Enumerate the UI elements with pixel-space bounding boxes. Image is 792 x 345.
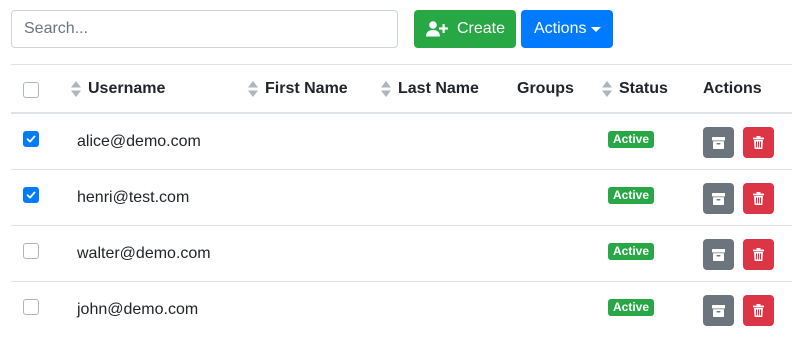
username-cell: walter@demo.com	[77, 226, 211, 281]
archive-button[interactable]	[703, 183, 734, 214]
column-label: Last Name	[398, 80, 479, 97]
delete-button[interactable]	[743, 127, 774, 158]
status-badge: Active	[608, 187, 655, 204]
archive-icon	[712, 248, 725, 261]
username-text: john@demo.com	[77, 300, 199, 318]
status-badge: Active	[608, 131, 655, 148]
trash-icon	[753, 304, 764, 317]
sort-icon	[248, 81, 258, 97]
table-row: henri@test.com Active	[11, 170, 792, 226]
trash-icon	[753, 192, 764, 205]
username-cell: john@demo.com	[77, 282, 198, 337]
table-header: Username First Name Last Name Groups Sta…	[11, 64, 792, 114]
column-header-last-name[interactable]: Last Name	[381, 65, 479, 113]
column-header-status[interactable]: Status	[602, 65, 668, 113]
archive-icon	[712, 136, 725, 149]
actions-button-label: Actions	[534, 20, 587, 37]
archive-button[interactable]	[703, 239, 734, 270]
actions-dropdown-button[interactable]: Actions	[521, 10, 613, 48]
column-label: Groups	[517, 80, 574, 97]
sort-icon	[381, 81, 391, 97]
trash-icon	[753, 248, 764, 261]
user-plus-icon	[426, 21, 448, 37]
toolbar: Create Actions	[0, 0, 792, 60]
caret-down-icon	[591, 27, 602, 32]
delete-button[interactable]	[743, 295, 774, 326]
select-all-checkbox[interactable]	[23, 82, 39, 98]
sort-icon	[71, 81, 81, 97]
archive-button[interactable]	[703, 295, 734, 326]
status-badge: Active	[608, 243, 655, 260]
column-header-first-name[interactable]: First Name	[248, 65, 348, 113]
username-cell: henri@test.com	[77, 170, 189, 225]
column-label: Status	[619, 80, 668, 97]
archive-icon	[712, 304, 725, 317]
username-text: henri@test.com	[77, 188, 190, 206]
table-row: john@demo.com Active	[11, 282, 792, 338]
column-label: Username	[88, 80, 166, 97]
trash-icon	[753, 136, 764, 149]
column-label: Actions	[703, 80, 762, 97]
sort-icon	[602, 81, 612, 97]
username-cell: alice@demo.com	[77, 114, 201, 169]
row-select-checkbox[interactable]	[23, 299, 39, 315]
create-button-label: Create	[457, 20, 506, 37]
row-select-checkbox[interactable]	[23, 243, 39, 259]
users-table: Username First Name Last Name Groups Sta…	[11, 64, 792, 338]
table-row: alice@demo.com Active	[11, 114, 792, 170]
delete-button[interactable]	[743, 183, 774, 214]
row-select-checkbox[interactable]	[23, 187, 39, 203]
column-header-groups: Groups	[517, 65, 574, 113]
column-label: First Name	[265, 80, 348, 97]
archive-button[interactable]	[703, 127, 734, 158]
search-input[interactable]	[11, 10, 398, 48]
row-select-checkbox[interactable]	[23, 131, 39, 147]
status-badge: Active	[608, 299, 655, 316]
create-button[interactable]: Create	[414, 10, 516, 48]
username-text: walter@demo.com	[77, 244, 211, 262]
username-text: alice@demo.com	[77, 132, 201, 150]
column-header-username[interactable]: Username	[71, 65, 165, 113]
delete-button[interactable]	[743, 239, 774, 270]
column-header-actions: Actions	[703, 65, 762, 113]
archive-icon	[712, 192, 725, 205]
table-row: walter@demo.com Active	[11, 226, 792, 282]
